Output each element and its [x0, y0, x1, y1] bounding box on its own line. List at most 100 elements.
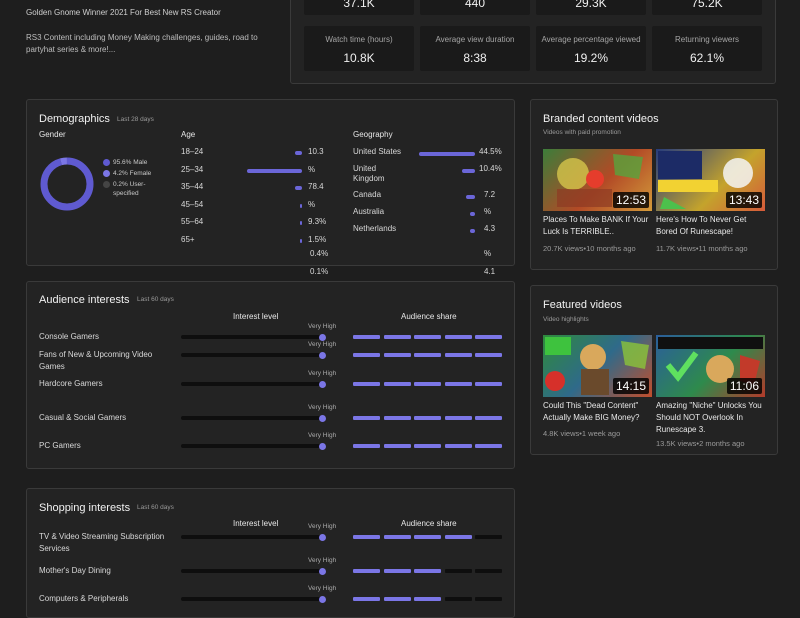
- audience-interests-card: Audience interests Last 60 days Interest…: [26, 281, 515, 469]
- stat-returning-viewers: Returning viewers 62.1%: [652, 26, 762, 71]
- shopping-share-heading: Audience share: [401, 519, 457, 528]
- stats-panel: 37.1K 440 29.3K 75.2K Watch time (hours)…: [290, 0, 776, 84]
- stat-top-1: 37.1K: [304, 0, 414, 15]
- branded-video-2-duration: 13:43: [725, 192, 762, 208]
- featured-video-1-title[interactable]: Could This "Dead Content" Actually Make …: [543, 400, 649, 424]
- stat-avg-view-duration-value: 8:38: [463, 51, 487, 65]
- shopping-share-segment: [353, 535, 380, 539]
- audience-row-label-line1: Hardcore Gamers: [39, 379, 103, 388]
- audience-share-segment: [383, 335, 411, 339]
- stat-watch-time-label: Watch time (hours): [325, 35, 393, 44]
- shopping-interest-track: [181, 535, 326, 539]
- shopping-share-segment-bg: [475, 569, 502, 573]
- shopping-share-segment: [383, 597, 411, 601]
- age-row-bar: [247, 168, 302, 173]
- geo-row-label-line2: Kingdom: [353, 174, 385, 183]
- audience-share-segment: [444, 335, 472, 339]
- geo-row-label-line1: Australia: [353, 207, 385, 216]
- shopping-share-segment: [383, 535, 411, 539]
- stat-watch-time-value: 10.8K: [343, 51, 375, 65]
- featured-video-1-duration: 14:15: [612, 378, 649, 394]
- age-row-bar: [300, 203, 302, 208]
- branded-video-1-title[interactable]: Places To Make BANK If Your Luck Is TERR…: [543, 214, 649, 238]
- audience-interest-track: [181, 353, 326, 357]
- audience-interest-level-heading: Interest level: [233, 312, 279, 321]
- geography-heading: Geography: [353, 130, 393, 139]
- stat-top-2-value: 440: [464, 0, 486, 10]
- audience-share-segment: [444, 444, 472, 448]
- shopping-share-segment: [383, 569, 411, 573]
- stat-avg-view-duration: Average view duration 8:38: [420, 26, 530, 71]
- geo-row-label: United Kingdom: [353, 164, 385, 184]
- age-row-extra-value: 0.4%: [310, 249, 329, 258]
- audience-row-label: Fans of New & Upcoming Video Games: [39, 349, 152, 373]
- audience-interests-period: Last 60 days: [137, 296, 174, 303]
- shopping-share-segment-bg: [444, 569, 472, 573]
- audience-share-segment: [383, 444, 411, 448]
- branded-video-2-meta: 11.7K views•11 months ago: [656, 244, 748, 253]
- shopping-share-segment-bg: [475, 597, 502, 601]
- stat-top-1-value: 37.1K: [343, 0, 375, 10]
- featured-video-1-meta: 4.8K views•1 week ago: [543, 429, 621, 438]
- shopping-row-label: TV & Video Streaming Subscription Service…: [39, 531, 164, 555]
- stat-top-3: 29.3K: [536, 0, 646, 15]
- age-heading: Age: [181, 130, 196, 139]
- age-row-value: 78.4: [308, 182, 324, 191]
- audience-row-label: Console Gamers: [39, 331, 99, 343]
- shopping-interest-handle: [319, 595, 327, 603]
- shopping-share-segment: [414, 597, 441, 601]
- featured-video-2-title[interactable]: Amazing "Niche" Unlocks You Should NOT O…: [656, 400, 766, 436]
- branded-video-1-thumbnail[interactable]: 12:53: [543, 149, 652, 211]
- audience-interests-title: Audience interests: [39, 294, 130, 306]
- channel-description: RS3 Content including Money Making chall…: [26, 32, 258, 56]
- age-row-label: 45–54: [181, 199, 204, 209]
- geo-row-value: 7.2: [484, 190, 496, 199]
- gender-heading: Gender: [39, 130, 66, 139]
- featured-video-2-title-line3: Runescape 3.: [656, 425, 706, 434]
- geo-row-label-line1: United: [353, 164, 377, 173]
- age-row-value: 1.5%: [308, 234, 327, 244]
- audience-share-segment: [353, 353, 380, 357]
- geo-row-label: Australia: [353, 207, 384, 217]
- shopping-share-segment-bg: [444, 597, 472, 601]
- shopping-interests-title: Shopping interests: [39, 502, 131, 514]
- geo-row-label: Netherlands: [353, 224, 396, 234]
- gender-user-swatch: [103, 181, 110, 188]
- geo-row-value: %: [484, 207, 492, 216]
- audience-row-label-line1: Console Gamers: [39, 332, 100, 341]
- shopping-very-high-label: Very High: [308, 523, 337, 530]
- gender-legend-male: 95.6% Male: [103, 157, 151, 168]
- audience-row-label-line2: Games: [39, 362, 65, 371]
- geo-row-label: Canada: [353, 190, 381, 200]
- audience-row-label-line1: Casual & Social Gamers: [39, 413, 127, 422]
- gender-female-swatch: [103, 170, 110, 177]
- shopping-row-label-line1: TV & Video Streaming Subscription: [39, 532, 165, 541]
- audience-share-segment: [475, 416, 502, 420]
- age-row-extra-value: 0.1%: [310, 266, 329, 276]
- shopping-interest-track: [181, 569, 326, 573]
- audience-interest-track: [181, 416, 326, 420]
- featured-video-2-thumbnail[interactable]: 11:06: [656, 335, 765, 397]
- audience-share-segment: [475, 335, 502, 339]
- geo-row-bar: [469, 229, 475, 233]
- shopping-share-segment: [353, 597, 380, 601]
- branded-video-2-thumbnail[interactable]: 13:43: [656, 149, 765, 211]
- channel-description-line1: RS3 Content including Money Making chall…: [26, 33, 258, 42]
- shopping-row-label-line1: Computers & Peripherals: [39, 594, 129, 603]
- gender-female-label: 4.2% Female: [113, 170, 152, 177]
- demographics-title: Demographics: [39, 113, 110, 125]
- geo-row-bar: [461, 169, 475, 173]
- branded-video-1-title-line2: Luck Is TERRIBLE..: [543, 227, 614, 236]
- audience-share-segment: [444, 353, 472, 357]
- shopping-share-segment: [444, 535, 472, 539]
- branded-video-2-title[interactable]: Here's How To Never Get Bored Of Runesca…: [656, 214, 762, 238]
- shopping-share-segment: [414, 569, 441, 573]
- branded-video-1-title-line1: Places To Make BANK If Your: [543, 215, 649, 224]
- age-row-label: 25–34: [181, 164, 204, 174]
- audience-share-segment: [414, 353, 441, 357]
- audience-interest-handle: [319, 351, 327, 359]
- audience-row-label-line1: PC Gamers: [39, 441, 81, 450]
- featured-video-1-thumbnail[interactable]: 14:15: [543, 335, 652, 397]
- audience-very-high-label: Very High: [308, 323, 337, 330]
- branded-subtitle: Videos with paid promotion: [543, 129, 621, 136]
